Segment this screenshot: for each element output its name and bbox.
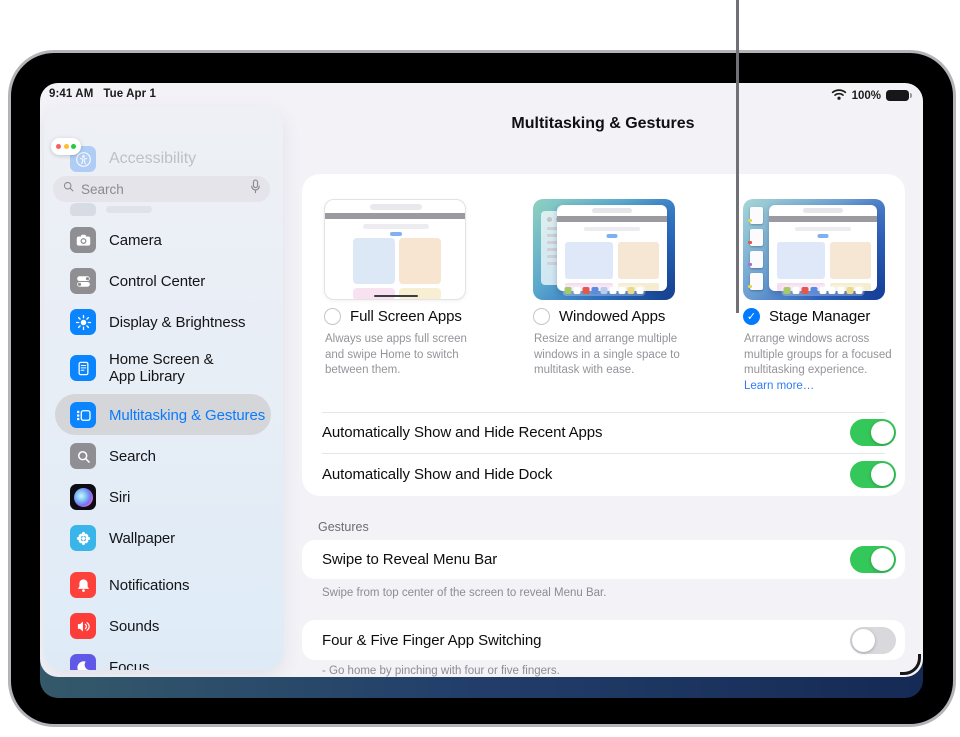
search-placeholder: Search	[81, 181, 124, 197]
wifi-icon	[831, 88, 847, 103]
sidebar-item-label: Display & Brightness	[109, 313, 246, 331]
swipe-footer-note: Swipe from top center of the screen to r…	[322, 587, 607, 599]
sidebar-item-label: Siri	[109, 488, 131, 506]
option-description: Always use apps full screen and swipe Ho…	[325, 333, 467, 376]
page-title: Multitasking & Gestures	[511, 115, 695, 132]
sidebar-item-label: Wallpaper	[109, 529, 176, 547]
search-input[interactable]: Search	[53, 176, 270, 202]
sidebar-item-accessibility[interactable]: Accessibility	[70, 146, 196, 172]
sidebar-item-focus[interactable]: Focus	[70, 654, 149, 670]
option-full-screen-apps: Full Screen Apps Always use apps full sc…	[324, 174, 489, 412]
sidebar-item-label: Accessibility	[109, 150, 197, 167]
sidebar-item-multitasking-gestures[interactable]: Multitasking & Gestures	[70, 402, 265, 428]
sidebar-item-siri[interactable]: Siri	[70, 484, 130, 510]
sidebar-item-camera[interactable]: Camera	[70, 227, 162, 253]
ipad-screen: 9:41 AM Tue Apr 1 100% Accessibility Sea…	[40, 83, 923, 698]
callout-line	[736, 0, 739, 313]
scrolled-item-fragment	[70, 203, 96, 216]
option-windowed-apps: Windowed Apps Resize and arrange multipl…	[533, 174, 698, 412]
battery-percent: 100%	[851, 89, 881, 102]
search-settings-icon	[70, 443, 96, 469]
status-date: Tue Apr 1	[103, 88, 157, 100]
toggle-row-recent-apps: Automatically Show and Hide Recent Apps	[302, 412, 905, 453]
focus-moon-icon	[70, 654, 96, 670]
option-label: Stage Manager	[769, 308, 871, 325]
multitasking-gestures-icon	[70, 402, 96, 428]
window-resize-handle[interactable]	[900, 654, 921, 675]
toggle-label: Swipe to Reveal Menu Bar	[322, 551, 498, 568]
home-screen-icon	[70, 355, 96, 381]
close-window-dot[interactable]	[56, 144, 61, 149]
four-five-finger-card: Four & Five Finger App Switching	[302, 620, 905, 660]
search-icon	[62, 180, 75, 198]
sidebar-item-search[interactable]: Search	[70, 443, 156, 469]
windowed-apps-thumbnail[interactable]	[533, 199, 675, 300]
sidebar-item-control-center[interactable]: Control Center	[70, 268, 205, 294]
zoom-window-dot[interactable]	[71, 144, 76, 149]
display-brightness-icon	[70, 309, 96, 335]
status-time: 9:41 AM	[49, 88, 94, 100]
ipad-device-frame: 9:41 AM Tue Apr 1 100% Accessibility Sea…	[8, 50, 956, 727]
sidebar-item-home-screen-app-library[interactable]: Home Screen & App Library	[70, 351, 214, 385]
status-bar: 9:41 AM Tue Apr 1 100%	[40, 83, 923, 107]
sidebar-item-label: Focus	[109, 658, 150, 671]
settings-sidebar: Accessibility Search Camera Control Cent…	[44, 107, 283, 670]
settings-app-window: 9:41 AM Tue Apr 1 100% Accessibility Sea…	[40, 83, 923, 677]
sidebar-item-label: Sounds	[109, 617, 160, 635]
radio-unselected-icon[interactable]	[324, 308, 341, 325]
sidebar-item-label: Control Center	[109, 272, 206, 290]
recent-apps-toggle[interactable]	[850, 419, 896, 446]
stage-manager-radio-row[interactable]: ✓ Stage Manager	[743, 308, 870, 325]
windowed-apps-radio-row[interactable]: Windowed Apps	[533, 308, 665, 325]
minimize-window-dot[interactable]	[63, 144, 69, 149]
sounds-icon	[70, 613, 96, 639]
option-stage-manager: ✓ Stage Manager Arrange windows across m…	[743, 174, 908, 412]
full-screen-apps-thumbnail[interactable]	[324, 199, 466, 300]
radio-unselected-icon[interactable]	[533, 308, 550, 325]
multitasking-options-card: Full Screen Apps Always use apps full sc…	[302, 174, 905, 496]
swipe-reveal-menu-bar-card: Swipe to Reveal Menu Bar	[302, 540, 905, 579]
mic-icon[interactable]	[250, 179, 261, 199]
toggle-label: Automatically Show and Hide Dock	[322, 466, 553, 483]
sidebar-item-sounds[interactable]: Sounds	[70, 613, 159, 639]
window-controls[interactable]	[51, 138, 81, 155]
sidebar-item-wallpaper[interactable]: Wallpaper	[70, 525, 175, 551]
stage-manager-thumbnail[interactable]	[743, 199, 885, 300]
sidebar-item-label: Home Screen & App Library	[109, 351, 214, 385]
sidebar-item-label: Multitasking & Gestures	[109, 406, 266, 424]
wallpaper-icon	[70, 525, 96, 551]
radio-selected-icon[interactable]: ✓	[743, 308, 760, 325]
siri-icon	[70, 484, 96, 510]
dock-toggle[interactable]	[850, 461, 896, 488]
option-label: Full Screen Apps	[350, 308, 462, 325]
swipe-menu-bar-toggle[interactable]	[850, 546, 896, 573]
page: 9:41 AM Tue Apr 1 100% Accessibility Sea…	[0, 0, 960, 737]
toggle-label: Four & Five Finger App Switching	[322, 631, 542, 649]
option-description: Resize and arrange multiple windows in a…	[534, 333, 680, 376]
sidebar-item-label: Search	[109, 447, 156, 465]
four-five-finger-toggle[interactable]	[850, 626, 896, 654]
gestures-section-label: Gestures	[318, 520, 369, 534]
sidebar-item-label: Notifications	[109, 576, 190, 594]
sidebar-item-notifications[interactable]: Notifications	[70, 572, 190, 598]
option-description: Arrange windows across multiple groups f…	[744, 333, 892, 392]
sidebar-item-label: Camera	[109, 231, 162, 249]
four-five-footer-note: - Go home by pinching with four or five …	[322, 665, 560, 677]
sidebar-item-display-brightness[interactable]: Display & Brightness	[70, 309, 246, 335]
battery-icon	[886, 89, 912, 102]
option-label: Windowed Apps	[559, 308, 666, 325]
notifications-icon	[70, 572, 96, 598]
camera-icon	[70, 227, 96, 253]
full-screen-apps-radio-row[interactable]: Full Screen Apps	[324, 308, 462, 325]
toggle-row-dock: Automatically Show and Hide Dock	[302, 453, 905, 496]
toggle-label: Automatically Show and Hide Recent Apps	[322, 424, 603, 441]
learn-more-link[interactable]: Learn more…	[744, 380, 814, 392]
control-center-icon	[70, 268, 96, 294]
scrolled-item-fragment	[106, 206, 152, 213]
